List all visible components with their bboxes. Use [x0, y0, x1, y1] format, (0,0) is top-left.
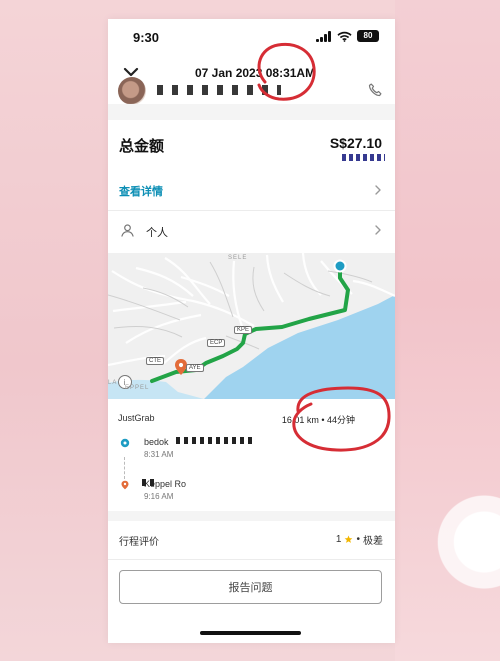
map-road-label-kpe: KPE: [234, 326, 253, 334]
star-icon: [345, 535, 353, 543]
pickup-address: bedok: [144, 437, 169, 447]
report-problem-button[interactable]: 报告问题: [119, 570, 382, 604]
payment-method-redacted: [342, 154, 385, 161]
status-icons: 80: [316, 30, 379, 42]
pickup-icon: [120, 438, 130, 448]
rating-separator: •: [356, 534, 360, 545]
rating-score: 1: [335, 534, 342, 545]
person-icon: [121, 224, 134, 237]
dropoff-address-redaction: [142, 479, 158, 486]
driver-name-redacted: [157, 85, 281, 95]
driver-avatar: [118, 77, 146, 105]
profile-row[interactable]: 个人: [108, 210, 395, 253]
trip-rating-label: 行程评价: [119, 537, 159, 548]
service-name: JustGrab: [118, 413, 155, 423]
wifi-icon: [337, 31, 352, 42]
dropoff-icon: [121, 480, 129, 490]
status-time: 9:30: [133, 30, 160, 45]
map-edge-label: LA: [108, 380, 118, 386]
home-indicator: [200, 631, 301, 635]
origin-marker: [333, 259, 347, 273]
pickup-time: 8:31 AM: [144, 450, 174, 459]
dropoff-time: 9:16 AM: [144, 492, 174, 501]
chevron-right-icon: [375, 185, 381, 195]
map-area-label-bottom-left: EPPEL: [125, 385, 150, 391]
map-road-label-aye: AYE: [186, 364, 204, 372]
map-road-label-top: SELE: [228, 255, 248, 261]
total-fare-amount: S$27.10: [329, 135, 382, 151]
rating-result: 极差: [363, 536, 383, 547]
route-map[interactable]: i SELE CTE ECP KPE AYE EPPEL LA: [108, 253, 395, 399]
profile-label: 个人: [146, 227, 168, 239]
map-road-label-cte: CTE: [146, 357, 164, 365]
driver-row: [108, 76, 395, 105]
chevron-right-icon: [375, 225, 381, 235]
fare-section: 总金额 S$27.10 查看详情: [108, 120, 395, 210]
battery-icon: 80: [357, 30, 379, 42]
pickup-address-redaction: [176, 437, 256, 444]
total-fare-label: 总金额: [119, 138, 165, 155]
map-road-label-ecp: ECP: [207, 339, 226, 347]
background-flower-area: [395, 0, 500, 661]
status-bar: 9:30 80: [108, 19, 395, 55]
distance-duration: 16.01 km • 44分钟: [281, 415, 355, 425]
trip-summary-section: JustGrab 16.01 km • 44分钟 bedok 8:31 AM K…: [108, 399, 395, 511]
signal-icon: [316, 30, 332, 42]
phone-icon[interactable]: [367, 82, 383, 98]
view-details-link[interactable]: 查看详情: [119, 183, 163, 199]
trip-rating-row[interactable]: 行程评价 1 • 极差: [108, 521, 395, 560]
stop-connector: [124, 457, 125, 479]
trip-rating-value: 1 • 极差: [336, 532, 383, 547]
section-divider: [108, 104, 395, 120]
section-divider: [108, 511, 395, 521]
